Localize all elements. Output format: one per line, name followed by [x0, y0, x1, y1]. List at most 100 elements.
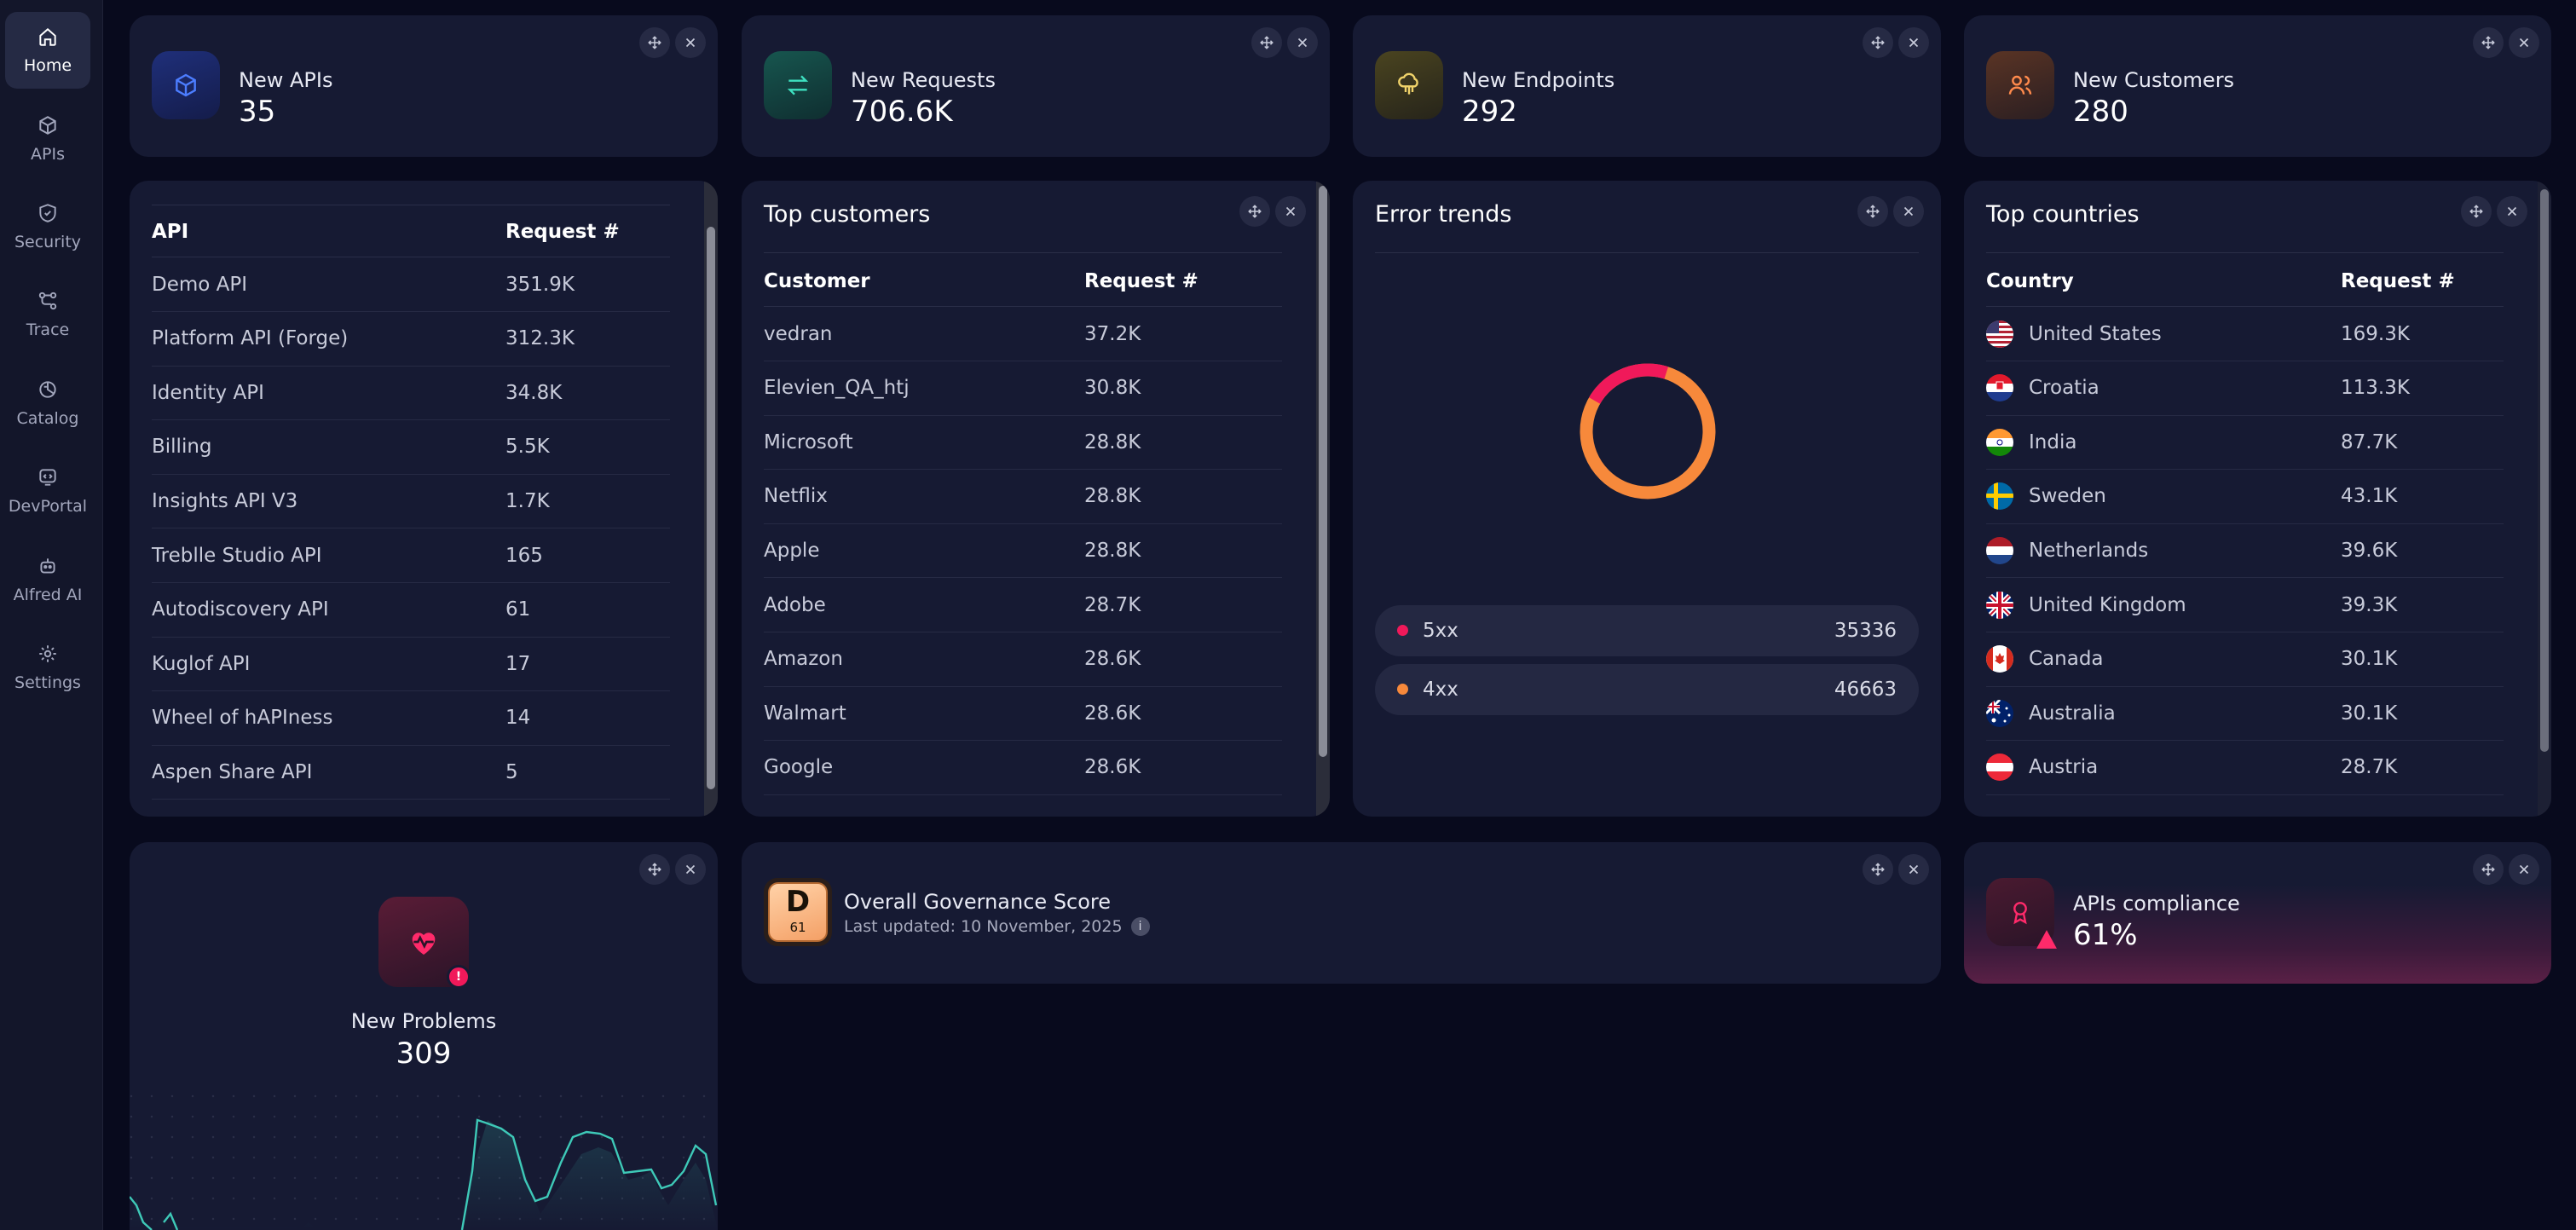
row-name: Demo API: [152, 273, 248, 296]
grade-badge: D 61: [768, 882, 828, 942]
row-name: Sweden: [2029, 485, 2106, 508]
sidebar-item-catalog[interactable]: Catalog: [5, 365, 90, 442]
sidebar-item-devportal[interactable]: DevPortal: [5, 453, 90, 529]
close-button[interactable]: [2509, 854, 2539, 885]
row-name: Microsoft: [764, 430, 853, 453]
flag-at-icon: [1986, 754, 2013, 782]
row-value: 28.8K: [1084, 539, 1141, 562]
table-row[interactable]: Billing 5.5K: [152, 420, 670, 475]
row-value: 39.6K: [2341, 539, 2398, 562]
row-value: 113.3K: [2341, 377, 2410, 400]
apis-stat-icon: [152, 51, 220, 119]
table-row[interactable]: Google 28.6K: [764, 741, 1282, 795]
table-row[interactable]: Identity API 34.8K: [152, 366, 670, 421]
problems-label: New Problems: [350, 1009, 497, 1033]
table-header: Customer Request #: [764, 256, 1282, 307]
row-name: United States: [2029, 322, 2162, 345]
table-row[interactable]: Australia 30.1K: [1986, 686, 2504, 742]
stat-card-new-endpoints: New Endpoints 292: [1353, 15, 1941, 157]
compliance-stat-icon: [1986, 878, 2057, 949]
row-value: 37.2K: [1084, 322, 1141, 345]
table-row[interactable]: Walmart 28.6K: [764, 686, 1282, 742]
close-icon: [2507, 206, 2517, 217]
close-button[interactable]: [2497, 196, 2527, 227]
move-handle[interactable]: [639, 27, 670, 58]
sidebar-item-home[interactable]: Home: [5, 12, 90, 89]
close-button[interactable]: [1898, 854, 1929, 885]
sidebar-item-apis[interactable]: APIs: [5, 101, 90, 177]
scrollbar[interactable]: [2538, 181, 2551, 817]
trace-icon: [38, 292, 57, 310]
move-handle[interactable]: [2461, 196, 2492, 227]
table-row[interactable]: Wheel of hAPIness 14: [152, 691, 670, 746]
cube-icon: [39, 116, 56, 135]
table-row[interactable]: Netflix 28.8K: [764, 470, 1282, 524]
table-row[interactable]: Amazon 28.6K: [764, 632, 1282, 687]
table-row[interactable]: Croatia 113.3K: [1986, 361, 2504, 416]
close-button[interactable]: [2509, 27, 2539, 58]
table-row[interactable]: Insights API V3 1.7K: [152, 474, 670, 529]
move-handle[interactable]: [2473, 27, 2504, 58]
scrollbar-thumb[interactable]: [707, 227, 715, 789]
sidebar-item-alfred-ai[interactable]: Alfred AI: [5, 541, 90, 618]
table-row[interactable]: United Kingdom 39.3K: [1986, 578, 2504, 632]
table-row[interactable]: Sweden 43.1K: [1986, 470, 2504, 524]
sidebar-item-security[interactable]: Security: [5, 188, 90, 265]
scrollbar[interactable]: [704, 181, 718, 817]
table-row[interactable]: Elevien_QA_htj 30.8K: [764, 361, 1282, 416]
close-button[interactable]: [1893, 196, 1924, 227]
table-row[interactable]: Aspen Share API 5: [152, 745, 670, 800]
table-row[interactable]: Adobe 28.7K: [764, 578, 1282, 632]
row-name: Identity API: [152, 381, 264, 404]
close-button[interactable]: [1275, 196, 1306, 227]
move-handle[interactable]: [1863, 854, 1893, 885]
move-icon: [1871, 863, 1885, 876]
move-handle[interactable]: [639, 854, 670, 885]
close-button[interactable]: [1287, 27, 1318, 58]
flag-se-icon: [1986, 482, 2013, 511]
table-row[interactable]: India 87.7K: [1986, 415, 2504, 471]
table-row[interactable]: Platform API (Forge) 312.3K: [152, 312, 670, 367]
close-button[interactable]: [1898, 27, 1929, 58]
close-icon: [1297, 38, 1308, 48]
stat-card-new-requests: New Requests 706.6K: [742, 15, 1330, 157]
move-handle[interactable]: [1863, 27, 1893, 58]
table-row[interactable]: Microsoft 28.8K: [764, 415, 1282, 471]
card-title: Top countries: [1986, 201, 2140, 228]
row-name: Billing: [152, 436, 212, 459]
table-row[interactable]: United States 169.3K: [1986, 307, 2504, 361]
row-value: 351.9K: [505, 273, 575, 296]
stat-value: 706.6K: [851, 95, 953, 129]
move-handle[interactable]: [1251, 27, 1282, 58]
table-row[interactable]: Apple 28.8K: [764, 523, 1282, 579]
compliance-card: APIs compliance 61%: [1964, 842, 2551, 984]
updated-text: Last updated: 10 November, 2025: [844, 917, 1123, 936]
table-row[interactable]: Kuglof API 17: [152, 637, 670, 692]
scrollbar-thumb[interactable]: [1319, 186, 1327, 757]
table-row[interactable]: Treblle Studio API 165: [152, 528, 670, 583]
move-handle[interactable]: [1857, 196, 1888, 227]
sidebar-item-label: Security: [14, 233, 82, 251]
stat-value: 35: [239, 95, 276, 129]
row-name: vedran: [764, 322, 833, 345]
close-button[interactable]: [675, 854, 706, 885]
scrollbar[interactable]: [1316, 181, 1330, 817]
sidebar-item-trace[interactable]: Trace: [5, 276, 90, 353]
row-value: 14: [505, 707, 531, 730]
scrollbar-thumb[interactable]: [2540, 189, 2549, 752]
table-row[interactable]: Autodiscovery API 61: [152, 583, 670, 638]
table-row[interactable]: vedran 37.2K: [764, 307, 1282, 361]
move-handle[interactable]: [2473, 854, 2504, 885]
info-icon[interactable]: i: [1130, 917, 1150, 936]
compliance-label: APIs compliance: [2073, 892, 2240, 915]
move-icon: [2481, 36, 2495, 49]
sidebar-item-label: Home: [23, 56, 72, 75]
sidebar-item-label: Trace: [26, 320, 70, 339]
table-row[interactable]: Canada 30.1K: [1986, 632, 2504, 687]
table-row[interactable]: Austria 28.7K: [1986, 741, 2504, 795]
move-handle[interactable]: [1239, 196, 1270, 227]
sidebar-item-settings[interactable]: Settings: [5, 629, 90, 706]
table-row[interactable]: Netherlands 39.6K: [1986, 523, 2504, 579]
close-button[interactable]: [675, 27, 706, 58]
table-row[interactable]: Demo API 351.9K: [152, 257, 670, 312]
